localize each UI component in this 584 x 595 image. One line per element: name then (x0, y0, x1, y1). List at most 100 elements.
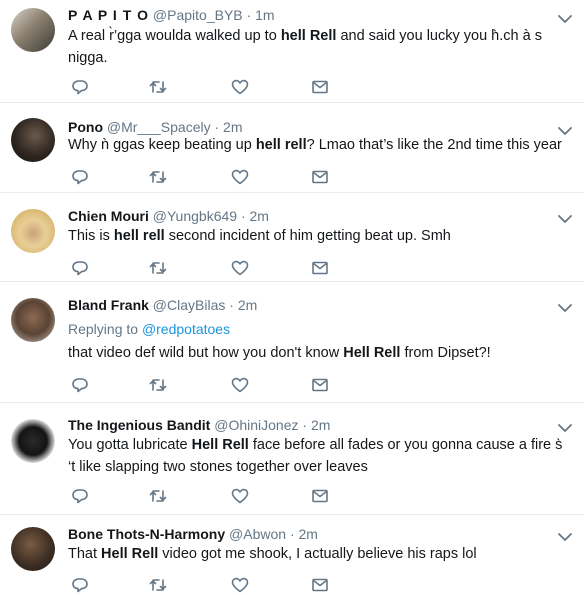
like-icon (230, 258, 250, 278)
reply-button[interactable] (70, 167, 90, 187)
like-icon (230, 575, 250, 595)
timestamp[interactable]: 2m (238, 297, 257, 313)
user-handle[interactable]: @Mr___Spacely (107, 119, 211, 135)
tweet-text-segment: You gotta lubricate (68, 437, 192, 453)
tweet-actions (68, 375, 368, 395)
tweet[interactable]: The Ingenious Bandit @OhiniJonez · 2m Yo… (0, 403, 584, 515)
tweet[interactable]: P A P I T O @Papito_BYB · 1m A real r̀’g… (0, 0, 584, 103)
avatar[interactable] (11, 298, 55, 342)
chevron-down-icon[interactable] (556, 212, 574, 226)
tweet-text-segment: video got me shook, I actually believe h… (158, 546, 477, 562)
retweet-button[interactable] (148, 167, 168, 187)
display-name[interactable]: Bone Thots-N-Harmony (68, 526, 225, 542)
user-handle[interactable]: @Yungbk649 (153, 208, 237, 224)
tweet[interactable]: Bland Frank @ClayBilas · 2m Replying to … (0, 282, 584, 403)
tweet[interactable]: Pono @Mr___Spacely · 2m Why ǹ ggas keep… (0, 103, 584, 193)
timestamp[interactable]: 2m (250, 208, 269, 224)
timestamp[interactable]: 2m (311, 417, 330, 433)
reply-button[interactable] (70, 575, 90, 595)
user-handle[interactable]: @Papito_BYB (153, 7, 243, 23)
avatar[interactable] (11, 419, 55, 463)
tweet-text-segment: This is (68, 228, 114, 244)
replying-to-link[interactable]: @redpotatoes (142, 321, 230, 337)
message-icon (310, 486, 330, 506)
message-icon (310, 167, 330, 187)
like-button[interactable] (230, 77, 250, 97)
tweet-actions (68, 77, 368, 97)
message-icon (310, 575, 330, 595)
direct-message-button[interactable] (310, 575, 330, 595)
tweet[interactable]: Chien Mouri @Yungbk649 · 2m This is hell… (0, 193, 584, 282)
display-name[interactable]: The Ingenious Bandit (68, 417, 210, 433)
direct-message-button[interactable] (310, 258, 330, 278)
avatar[interactable] (11, 118, 55, 162)
timestamp[interactable]: 2m (299, 526, 318, 542)
direct-message-button[interactable] (310, 486, 330, 506)
like-icon (230, 486, 250, 506)
reply-icon (70, 486, 90, 506)
separator-dot: · (302, 417, 308, 433)
tweet[interactable]: Bone Thots-N-Harmony @Abwon · 2m That He… (0, 515, 584, 593)
direct-message-button[interactable] (310, 77, 330, 97)
tweet-text-segment: that video def wild but how you don't kn… (68, 345, 344, 361)
separator-dot: · (240, 208, 246, 224)
user-handle[interactable]: @OhiniJonez (214, 417, 298, 433)
tweet-text-segment: second incident of him getting beat up. … (164, 228, 451, 244)
tweet-text: This is hell rell second incident of him… (68, 225, 568, 247)
tweet-actions (68, 258, 368, 278)
reply-button[interactable] (70, 486, 90, 506)
retweet-icon (148, 77, 168, 97)
tweet-actions (68, 486, 368, 506)
reply-button[interactable] (70, 375, 90, 395)
retweet-button[interactable] (148, 575, 168, 595)
timestamp[interactable]: 2m (223, 119, 242, 135)
reply-icon (70, 375, 90, 395)
reply-icon (70, 167, 90, 187)
user-handle[interactable]: @ClayBilas (153, 297, 226, 313)
retweet-button[interactable] (148, 258, 168, 278)
message-icon (310, 258, 330, 278)
display-name[interactable]: P A P I T O (68, 7, 149, 23)
tweet-text: That Hell Rell video got me shook, I act… (68, 543, 568, 565)
avatar[interactable] (11, 209, 55, 253)
user-handle[interactable]: @Abwon (229, 526, 286, 542)
like-icon (230, 77, 250, 97)
like-button[interactable] (230, 258, 250, 278)
separator-dot: · (289, 526, 295, 542)
retweet-button[interactable] (148, 375, 168, 395)
retweet-button[interactable] (148, 486, 168, 506)
reply-button[interactable] (70, 77, 90, 97)
replying-to-label: Replying to (68, 321, 142, 337)
like-button[interactable] (230, 575, 250, 595)
chevron-down-icon[interactable] (556, 530, 574, 544)
like-button[interactable] (230, 375, 250, 395)
timestamp[interactable]: 1m (255, 7, 274, 23)
direct-message-button[interactable] (310, 375, 330, 395)
retweet-button[interactable] (148, 77, 168, 97)
reply-icon (70, 258, 90, 278)
message-icon (310, 375, 330, 395)
highlighted-keyword: hell Rell (280, 28, 337, 44)
separator-dot: · (229, 297, 234, 313)
direct-message-button[interactable] (310, 167, 330, 187)
chevron-down-icon[interactable] (556, 421, 574, 435)
like-button[interactable] (230, 167, 250, 187)
chevron-down-icon[interactable] (556, 12, 574, 26)
like-button[interactable] (230, 486, 250, 506)
tweet-text: Why ǹ ggas keep beating up hell rell? L… (68, 134, 568, 156)
like-icon (230, 167, 250, 187)
retweet-icon (148, 486, 168, 506)
avatar[interactable] (11, 527, 55, 571)
chevron-down-icon[interactable] (556, 301, 574, 315)
retweet-icon (148, 575, 168, 595)
reply-icon (70, 575, 90, 595)
tweet-text-segment: from Dipset?! (400, 345, 491, 361)
avatar[interactable] (11, 8, 55, 52)
highlighted-keyword: hell rell (255, 137, 307, 153)
display-name[interactable]: Bland Frank (68, 297, 149, 313)
display-name[interactable]: Pono (68, 119, 103, 135)
display-name[interactable]: Chien Mouri (68, 208, 149, 224)
tweet-text: that video def wild but how you don't kn… (68, 342, 568, 364)
highlighted-keyword: hell rell (113, 228, 165, 244)
reply-button[interactable] (70, 258, 90, 278)
